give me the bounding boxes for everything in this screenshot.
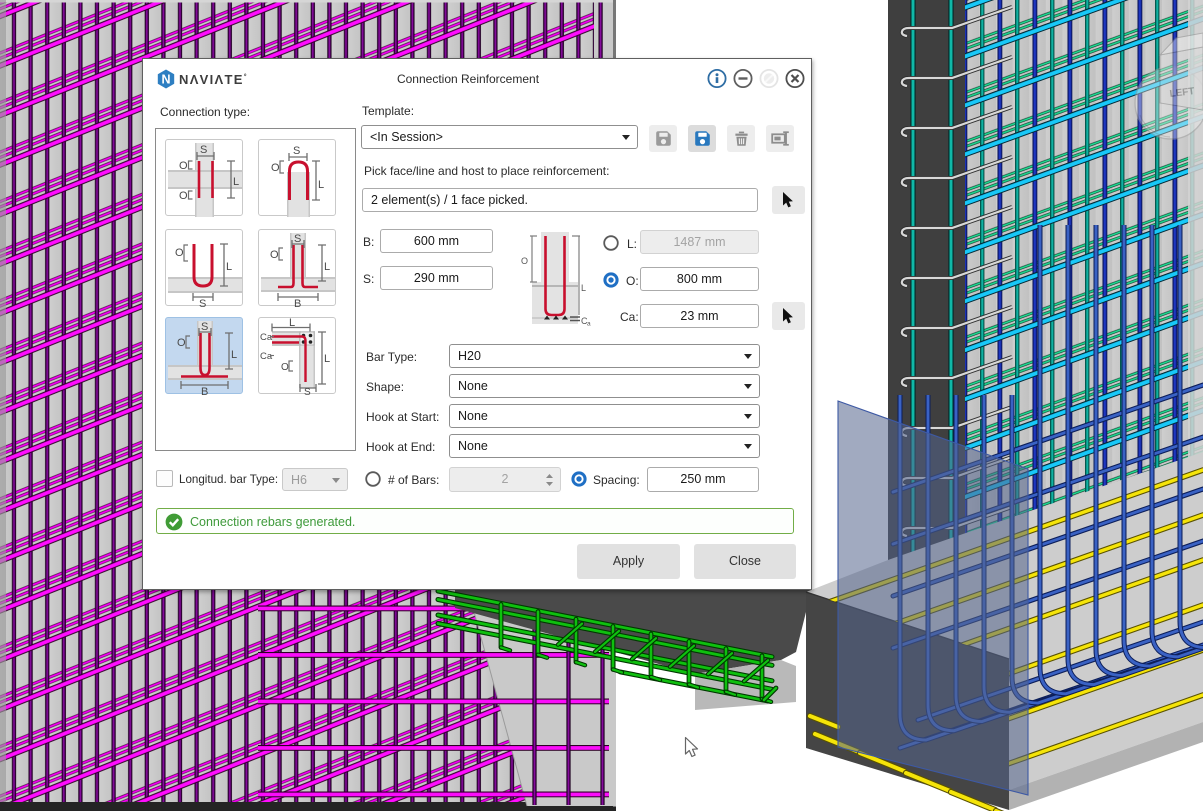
svg-text:L: L <box>233 176 239 188</box>
svg-text:L: L <box>226 261 232 273</box>
svg-text:S: S <box>294 233 301 245</box>
svg-text:B: B <box>201 386 208 395</box>
svg-text:L: L <box>318 179 324 191</box>
svg-text:O: O <box>175 247 184 259</box>
svg-text:O: O <box>270 249 279 261</box>
svg-text:S: S <box>199 298 206 307</box>
svg-text:B: B <box>294 298 301 307</box>
svg-text:S: S <box>293 145 300 157</box>
svg-text:O: O <box>521 256 528 266</box>
svg-text:N: N <box>161 72 170 86</box>
svg-text:L: L <box>324 261 330 273</box>
svg-text:L: L <box>581 283 586 293</box>
svg-text:O: O <box>179 160 188 172</box>
svg-text:O: O <box>281 362 289 373</box>
svg-text:O: O <box>179 190 188 202</box>
svg-text:L: L <box>324 353 330 365</box>
svg-text:a: a <box>587 321 591 328</box>
svg-text:S: S <box>201 321 208 333</box>
svg-text:S: S <box>200 144 207 156</box>
svg-text:O: O <box>177 337 186 349</box>
svg-text:S: S <box>304 387 311 395</box>
svg-text:Ca: Ca <box>260 351 273 362</box>
svg-text:O: O <box>271 162 280 174</box>
svg-text:L: L <box>231 349 237 361</box>
svg-text:Ca: Ca <box>260 332 273 343</box>
